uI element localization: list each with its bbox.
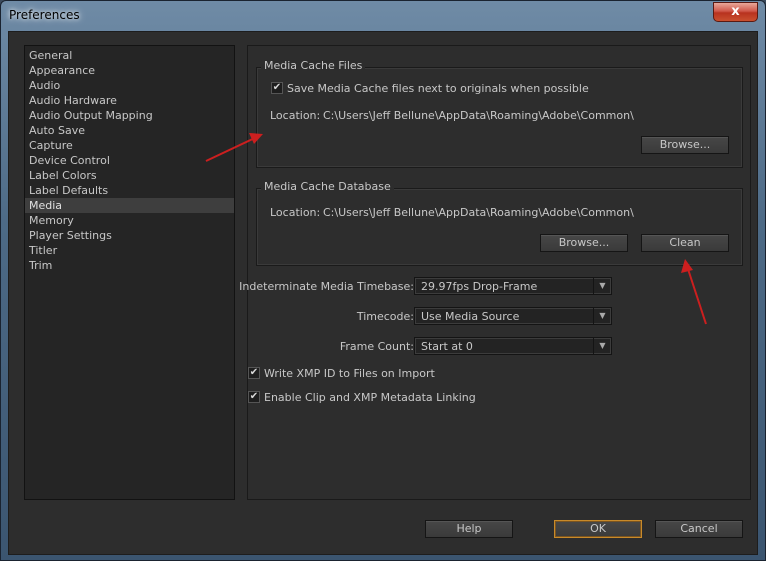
ok-button[interactable]: OK <box>554 520 642 538</box>
ok-label: OK <box>590 522 606 535</box>
check-icon: ✔ <box>249 391 259 402</box>
media-settings-panel: Media Cache Files ✔ Save Media Cache fil… <box>239 45 751 500</box>
timebase-value: 29.97fps Drop-Frame <box>421 280 538 293</box>
category-item-audio-output-mapping[interactable]: Audio Output Mapping <box>25 108 234 123</box>
dialog-client-area: General Appearance Audio Audio Hardware Audi… <box>8 31 758 555</box>
files-browse-label: Browse... <box>659 138 711 151</box>
frame-count-label: Frame Count: <box>339 340 414 353</box>
cancel-label: Cancel <box>680 522 718 535</box>
category-item-audio-hardware[interactable]: Audio Hardware <box>25 93 234 108</box>
database-location-value: C:\Users\Jeff Bellune\AppData\Roaming\Ad… <box>323 206 634 219</box>
media-cache-files-title: Media Cache Files <box>261 59 366 72</box>
category-item-audio[interactable]: Audio <box>25 78 234 93</box>
chevron-down-icon: ▼ <box>593 308 611 324</box>
frame-count-dropdown[interactable]: Start at 0 ▼ <box>414 337 612 355</box>
category-list[interactable]: General Appearance Audio Audio Hardware Audi… <box>24 45 235 500</box>
check-icon: ✔ <box>272 82 282 93</box>
media-cache-database-group: Media Cache Database Location: C:\Users\… <box>256 180 743 266</box>
close-button[interactable]: x <box>713 2 758 22</box>
timecode-label: Timecode: <box>356 310 414 323</box>
timebase-label: Indeterminate Media Timebase: <box>239 280 414 293</box>
files-location-value: C:\Users\Jeff Bellune\AppData\Roaming\Ad… <box>323 109 634 122</box>
window-title: Preferences <box>9 8 80 22</box>
category-item-device-control[interactable]: Device Control <box>25 153 234 168</box>
timecode-dropdown[interactable]: Use Media Source ▼ <box>414 307 612 325</box>
write-xmp-label: Write XMP ID to Files on Import <box>264 367 435 380</box>
help-button[interactable]: Help <box>425 520 513 538</box>
clean-label: Clean <box>669 236 701 249</box>
category-item-auto-save[interactable]: Auto Save <box>25 123 234 138</box>
timebase-dropdown[interactable]: 29.97fps Drop-Frame ▼ <box>414 277 612 295</box>
database-browse-button[interactable]: Browse... <box>540 234 628 252</box>
help-label: Help <box>456 522 482 535</box>
database-location-label: Location: <box>270 206 321 219</box>
category-item-label-defaults[interactable]: Label Defaults <box>25 183 234 198</box>
cancel-button[interactable]: Cancel <box>655 520 743 538</box>
timecode-value: Use Media Source <box>421 310 520 323</box>
close-icon: x <box>731 4 740 19</box>
category-item-player-settings[interactable]: Player Settings <box>25 228 234 243</box>
clean-button[interactable]: Clean <box>641 234 729 252</box>
category-item-media[interactable]: Media <box>25 198 234 213</box>
write-xmp-checkbox[interactable]: ✔ <box>248 367 260 379</box>
category-item-memory[interactable]: Memory <box>25 213 234 228</box>
category-item-titler[interactable]: Titler <box>25 243 234 258</box>
files-location-label: Location: <box>270 109 321 122</box>
title-bar[interactable]: Preferences x <box>1 1 765 31</box>
category-item-general[interactable]: General <box>25 48 234 63</box>
save-next-to-originals-label: Save Media Cache files next to originals… <box>287 82 589 95</box>
save-next-to-originals-checkbox[interactable]: ✔ <box>271 82 283 94</box>
chevron-down-icon: ▼ <box>593 338 611 354</box>
files-browse-button[interactable]: Browse... <box>641 136 729 154</box>
enable-linking-label: Enable Clip and XMP Metadata Linking <box>264 391 476 404</box>
category-item-trim[interactable]: Trim <box>25 258 234 273</box>
category-item-appearance[interactable]: Appearance <box>25 63 234 78</box>
chevron-down-icon: ▼ <box>593 278 611 294</box>
frame-count-value: Start at 0 <box>421 340 473 353</box>
category-item-label-colors[interactable]: Label Colors <box>25 168 234 183</box>
database-browse-label: Browse... <box>558 236 610 249</box>
enable-linking-checkbox[interactable]: ✔ <box>248 391 260 403</box>
preferences-window: Preferences x General Appearance Audio Audi… <box>0 0 766 561</box>
media-cache-files-group: Media Cache Files ✔ Save Media Cache fil… <box>256 59 743 168</box>
category-item-capture[interactable]: Capture <box>25 138 234 153</box>
media-cache-database-title: Media Cache Database <box>261 180 394 193</box>
check-icon: ✔ <box>249 367 259 378</box>
